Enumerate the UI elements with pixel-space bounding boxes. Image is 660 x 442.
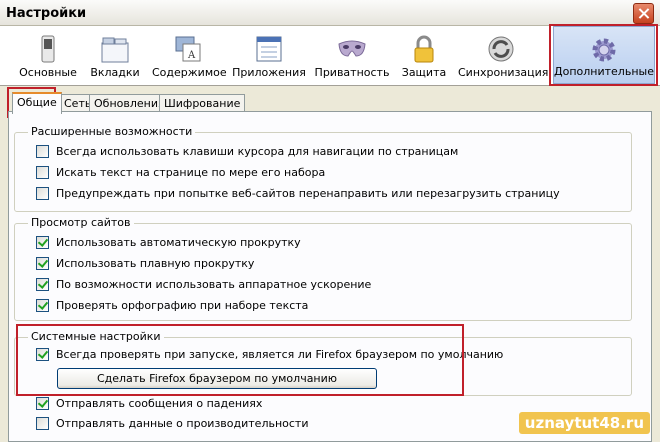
toolbar-item-label: Дополнительные bbox=[554, 65, 654, 78]
group-title: Просмотр сайтов bbox=[28, 216, 134, 229]
toolbar-item-advanced[interactable]: Дополнительные bbox=[553, 26, 655, 84]
group-title: Расширенные возможности bbox=[28, 125, 196, 138]
checkbox[interactable] bbox=[36, 145, 49, 158]
switch-icon bbox=[41, 35, 55, 63]
option-label: Предупреждать при попытке веб-сайтов пер… bbox=[56, 187, 560, 200]
toolbar-item-label: Синхронизация bbox=[458, 66, 549, 79]
toolbar-item-label: Приложения bbox=[232, 66, 306, 79]
title-bar: Настройки bbox=[0, 0, 660, 26]
toolbar-item-tabs[interactable]: Вкладки bbox=[86, 26, 144, 84]
gear-icon bbox=[592, 38, 616, 62]
checkbox[interactable] bbox=[36, 417, 49, 430]
option-label: Использовать автоматическую прокрутку bbox=[56, 236, 301, 249]
checkbox[interactable] bbox=[36, 278, 49, 291]
option-label: Всегда проверять при запуске, является л… bbox=[56, 348, 504, 361]
checkbox[interactable] bbox=[36, 299, 49, 312]
checkbox[interactable] bbox=[36, 397, 49, 410]
toolbar-item-privacy[interactable]: Приватность bbox=[314, 26, 390, 84]
privacy-mask-icon bbox=[338, 40, 366, 57]
toolbar-item-content[interactable]: A Содержимое bbox=[152, 26, 227, 84]
svg-text:A: A bbox=[187, 50, 196, 61]
toolbar-item-label: Основные bbox=[19, 66, 77, 79]
option-label: Искать текст на странице по мере его наб… bbox=[56, 166, 326, 179]
option-label: Отправлять сообщения о падениях bbox=[56, 397, 263, 410]
toolbar-item-applications[interactable]: Приложения bbox=[232, 26, 306, 84]
window-title: Настройки bbox=[6, 6, 87, 21]
applications-icon bbox=[256, 36, 282, 62]
checkbox[interactable] bbox=[36, 348, 49, 361]
lock-icon bbox=[414, 35, 434, 63]
option-label: Использовать плавную прокрутку bbox=[56, 257, 255, 270]
toolbar-item-label: Приватность bbox=[314, 66, 390, 79]
content-icon: A bbox=[175, 36, 201, 62]
preferences-toolbar: Основные Вкладки A Содержимое Приложения bbox=[0, 26, 660, 86]
checkbox[interactable] bbox=[36, 257, 49, 270]
option-label: Проверять орфографию при наборе текста bbox=[56, 299, 309, 312]
tab-encryption[interactable]: Шифрование bbox=[159, 94, 246, 112]
tab-general[interactable]: Общие bbox=[12, 92, 62, 114]
toolbar-item-sync[interactable]: Синхронизация bbox=[458, 26, 549, 84]
option-label: Всегда использовать клавиши курсора для … bbox=[56, 145, 459, 158]
tab-updates[interactable]: Обновления bbox=[89, 94, 170, 112]
toolbar-item-label: Содержимое bbox=[152, 66, 227, 79]
checkbox[interactable] bbox=[36, 187, 49, 200]
toolbar-item-label: Вкладки bbox=[90, 66, 140, 79]
toolbar-item-general[interactable]: Основные bbox=[16, 26, 80, 84]
checkbox[interactable] bbox=[36, 166, 49, 179]
sync-icon bbox=[488, 36, 514, 62]
watermark: uznaytut48.ru bbox=[518, 412, 650, 434]
option-label: Отправлять данные о производительности bbox=[56, 417, 309, 430]
close-button[interactable] bbox=[633, 3, 654, 24]
group-title: Системные настройки bbox=[28, 330, 164, 343]
toolbar-item-label: Защита bbox=[401, 66, 447, 79]
checkbox[interactable] bbox=[36, 236, 49, 249]
toolbar-item-security[interactable]: Защита bbox=[398, 26, 450, 84]
make-default-browser-button[interactable]: Сделать Firefox браузером по умолчанию bbox=[57, 368, 377, 389]
option-label: По возможности использовать аппаратное у… bbox=[56, 278, 372, 291]
tabs-icon bbox=[101, 37, 129, 63]
